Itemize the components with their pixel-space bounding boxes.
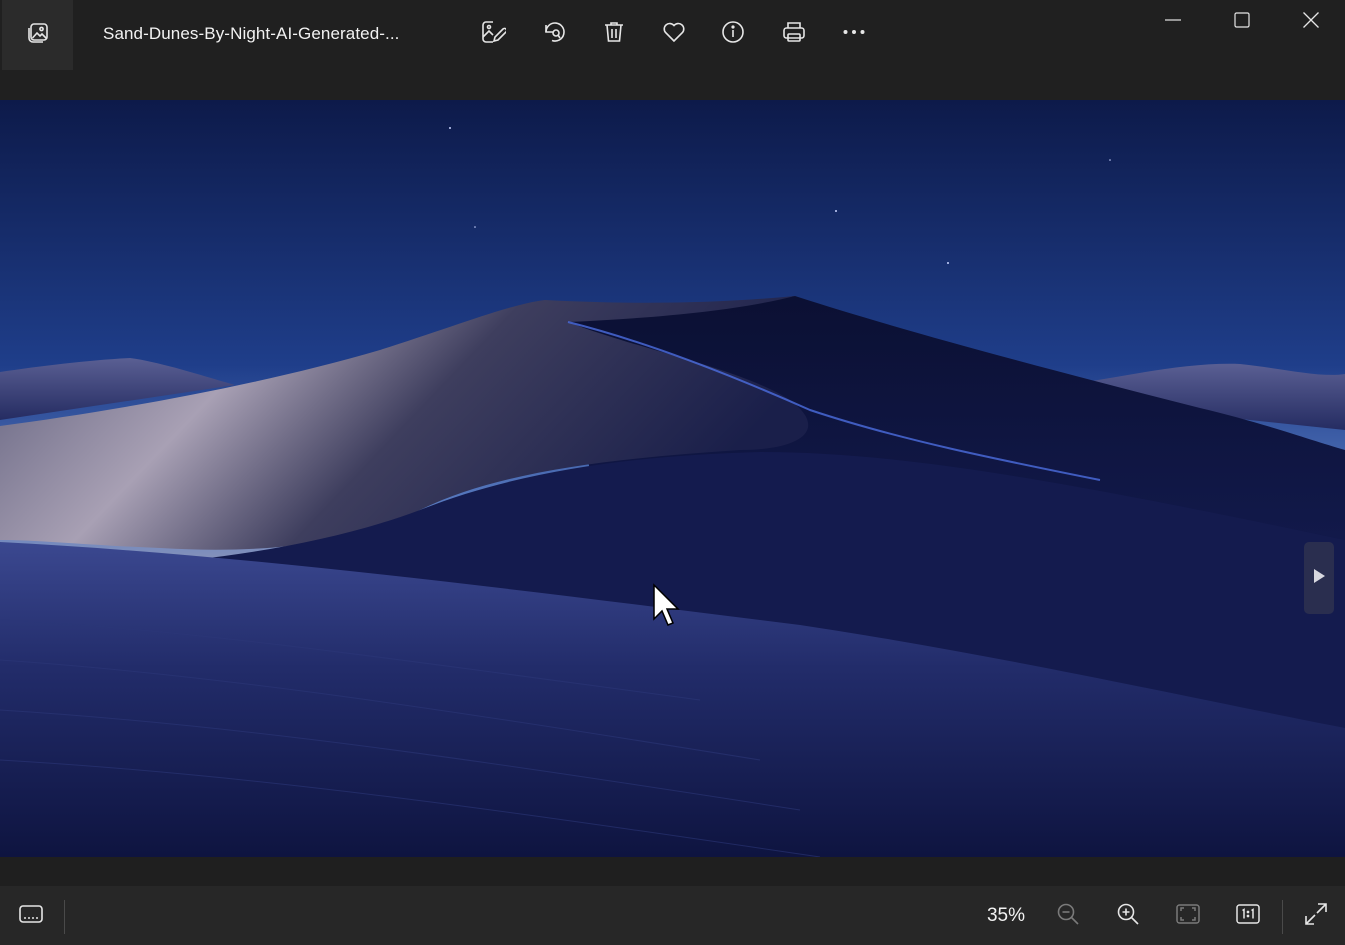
minimize-button[interactable] [1139,0,1207,44]
app-menu-button[interactable] [2,0,73,70]
fullscreen-icon [1304,902,1328,931]
title-bar-spacer [0,70,1345,100]
fit-window-icon [1175,903,1201,930]
displayed-photo [0,100,1345,857]
photos-app-window: Sand-Dunes-By-Night-AI-Generated-... 35% [0,0,1345,945]
favorite-button[interactable] [654,14,694,54]
next-arrow-icon [1311,567,1327,590]
bottom-bar-divider-right [1282,900,1283,934]
heart-icon [661,19,687,50]
fullscreen-button[interactable] [1296,898,1336,934]
file-info-button[interactable] [713,14,753,54]
bottom-toolbar: 35% [0,886,1345,945]
actual-size-button[interactable] [1228,898,1268,934]
actual-size-icon [1235,903,1261,930]
more-options-button[interactable] [834,14,874,54]
printer-icon [781,19,807,50]
more-icon [841,19,867,50]
bottom-bar-divider [64,900,65,934]
filmstrip-toggle-button[interactable] [11,898,51,934]
maximize-button[interactable] [1208,0,1276,44]
rotate-button[interactable] [534,14,574,54]
fit-window-button[interactable] [1168,898,1208,934]
zoom-in-icon [1116,902,1140,931]
zoom-out-icon [1056,902,1080,931]
zoom-level-text[interactable]: 35% [976,905,1036,927]
photos-app-icon [26,21,50,50]
file-name-title: Sand-Dunes-By-Night-AI-Generated-... [103,24,400,43]
title-bar: Sand-Dunes-By-Night-AI-Generated-... [0,0,1345,70]
print-button[interactable] [774,14,814,54]
trash-icon [601,19,627,50]
close-icon [1302,11,1320,34]
delete-button[interactable] [594,14,634,54]
minimize-icon [1164,11,1182,34]
info-icon [720,19,746,50]
zoom-out-button[interactable] [1048,898,1088,934]
next-image-button[interactable] [1304,542,1334,614]
maximize-icon [1233,11,1251,34]
zoom-in-button[interactable] [1108,898,1148,934]
edit-image-button[interactable] [473,14,513,54]
mouse-pointer-icon [652,583,682,629]
close-button[interactable] [1277,0,1345,44]
edit-image-icon [480,19,508,50]
rotate-icon [541,19,567,50]
image-viewport[interactable] [0,100,1345,857]
filmstrip-icon [18,903,44,930]
viewport-bottom-gap [0,857,1345,886]
